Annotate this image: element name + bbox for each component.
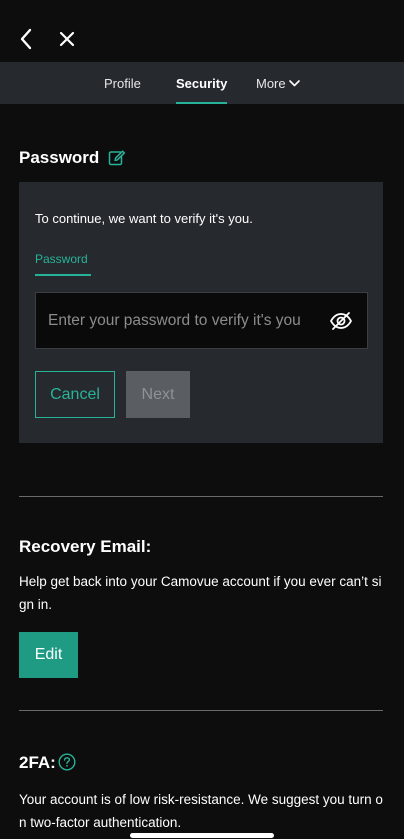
tab-security[interactable]: Security [176, 62, 228, 104]
top-bar [0, 0, 404, 62]
recovery-email-description: Help get back into your Camovue account … [19, 574, 382, 612]
back-button[interactable] [12, 24, 40, 54]
chevron-left-icon [20, 28, 32, 50]
password-input-box [35, 292, 368, 349]
section-divider [19, 710, 383, 711]
tab-security-label: Security [176, 75, 228, 91]
tab-profile-label: Profile [104, 75, 141, 91]
close-icon [59, 31, 75, 47]
password-input[interactable] [36, 293, 336, 348]
chevron-down-icon [288, 79, 300, 86]
section-divider [19, 496, 383, 497]
home-indicator [130, 833, 274, 838]
verify-password-card: To continue, we want to verify it's you.… [19, 182, 383, 443]
tab-profile[interactable]: Profile [104, 62, 141, 104]
verify-intro-text: To continue, we want to verify it's you. [35, 211, 253, 226]
edit-recovery-email-button[interactable]: Edit [19, 632, 78, 678]
twofa-title: 2FA: [19, 753, 56, 772]
password-field-label: Password [35, 252, 91, 276]
tab-more-label: More [256, 75, 286, 91]
close-button[interactable] [53, 24, 81, 54]
eye-off-icon[interactable] [329, 311, 353, 331]
cancel-button[interactable]: Cancel [35, 371, 115, 418]
tab-bar: Profile Security More [0, 62, 404, 104]
edit-pencil-icon[interactable] [108, 149, 126, 167]
question-circle-icon[interactable] [58, 753, 76, 771]
tab-more[interactable]: More [256, 62, 300, 104]
password-section-title: Password [19, 148, 100, 167]
recovery-email-title: Recovery Email: [19, 537, 152, 556]
next-button[interactable]: Next [126, 371, 190, 418]
twofa-description: Your account is of low risk-resistance. … [19, 792, 383, 830]
